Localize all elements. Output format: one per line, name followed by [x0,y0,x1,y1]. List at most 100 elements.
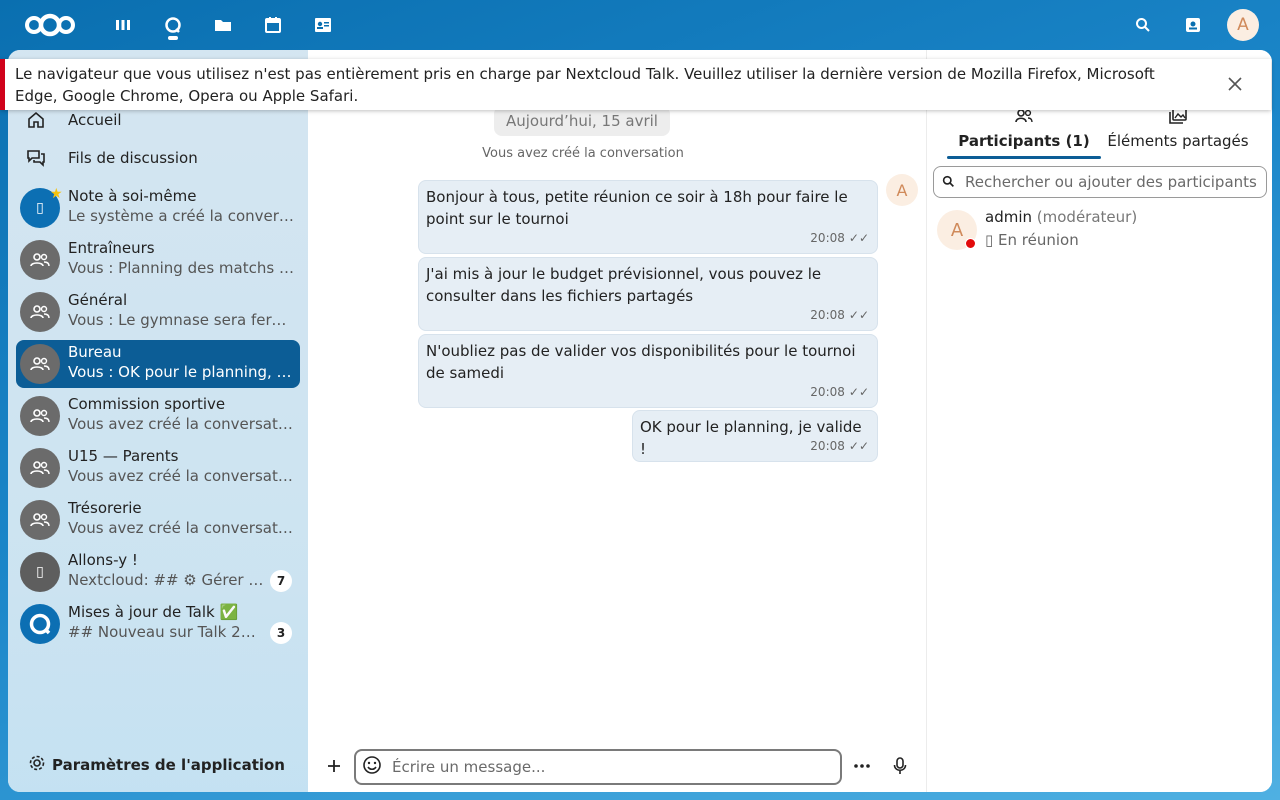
search-icon [942,173,955,192]
conversation-preview: Vous avez créé la conversation [68,519,294,537]
group-icon [20,240,60,280]
gear-icon [28,754,46,776]
tab-shared-items-label: Éléments partagés [1107,132,1249,150]
participant-search-placeholder: Rechercher ou ajouter des participants [965,173,1257,191]
nav-threads-label: Fils de discussion [68,149,198,167]
conversation-name: Allons-y ! [68,551,138,569]
participant-state-label: En réunion [998,231,1079,249]
message-text: J'ai mis à jour le budget prévisionnel, … [426,265,822,305]
conversation-name: Trésorerie [68,499,142,517]
status-indicator [965,238,976,249]
conversation-u15[interactable]: U15 — Parents Vous avez créé la conversa… [16,444,300,492]
group-icon [20,396,60,436]
conversation-name: Général [68,291,128,309]
contacts-app-icon[interactable] [310,12,336,38]
conversation-name: Mises à jour de Talk ✅ [68,603,239,621]
conversation-name: Note à soi-même [68,187,197,205]
conversation-preview: Vous avez créé la conversation [68,415,294,433]
tab-shared-items[interactable]: Éléments partagés [1103,108,1253,158]
tab-participants-label: Participants (1) [958,132,1090,150]
search-icon[interactable] [1130,12,1156,38]
app-settings-label: Paramètres de l'application [52,756,285,774]
conversation-sidebar: Accueil Fils de discussion ▯ ★ Note à so… [8,50,308,792]
browser-warning-text: Le navigateur que vous utilisez n'est pa… [15,65,1155,105]
conversation-bureau[interactable]: Bureau Vous : OK pour le planning, je va… [16,340,300,388]
shared-items-icon [1169,108,1187,128]
favorite-star-icon: ★ [50,186,63,202]
group-icon [20,448,60,488]
conversation-preview: Vous avez créé la conversation [68,467,294,485]
unread-count-badge: 3 [270,622,292,644]
emoji-icon[interactable] [362,755,382,779]
active-tab-indicator [947,156,1101,159]
tab-participants[interactable]: Participants (1) [947,108,1101,158]
conversation-entraineurs[interactable]: Entraîneurs Vous : Planning des matchs d… [16,236,300,284]
conversation-preview: Vous : Planning des matchs du week-end [68,259,294,277]
message-bubble[interactable]: N'oubliez pas de valider vos disponibili… [418,334,878,408]
talk-logo-icon [20,604,60,644]
message-time: 20:08 ✓✓ [810,381,869,403]
conversation-icon: ▯ [20,552,60,592]
close-icon[interactable] [1223,72,1247,96]
conversation-preview: Vous : OK pour le planning, je valide ! [68,363,294,381]
message-input[interactable]: Écrire un message... [354,749,842,785]
read-check-icon: ✓✓ [848,231,869,245]
conversation-allons-y[interactable]: ▯ Allons-y ! Nextcloud: ## ⚙ Gérer les p… [16,548,300,596]
threads-icon [16,149,56,167]
nextcloud-logo-icon[interactable] [24,10,76,44]
user-avatar[interactable]: A [1227,9,1259,41]
unread-count-badge: 7 [270,570,292,592]
conversation-commission[interactable]: Commission sportive Vous avez créé la co… [16,392,300,440]
app-settings-button[interactable]: Paramètres de l'application [28,754,285,776]
calendar-app-icon[interactable] [260,12,286,38]
conversation-name: U15 — Parents [68,447,179,465]
participant-row[interactable]: admin (modérateur) [985,208,1137,226]
date-separator: Aujourd’hui, 15 avril [494,106,670,136]
message-text: N'oubliez pas de valider vos disponibili… [426,342,856,382]
read-check-icon: ✓✓ [848,385,869,399]
participant-state: ▯ En réunion [985,231,1079,249]
participants-icon [1015,108,1033,128]
read-check-icon: ✓✓ [848,439,869,453]
nav-home-label: Accueil [68,111,122,129]
message-bubble[interactable]: OK pour le planning, je valide ! 20:08 ✓✓ [632,410,878,462]
conversation-general[interactable]: Général Vous : Le gymnase sera fermé [16,288,300,336]
browser-warning-banner: Le navigateur que vous utilisez n'est pa… [0,59,1271,110]
add-attachment-button[interactable] [322,754,346,778]
dashboard-app-icon[interactable] [110,12,136,38]
participant-search-input[interactable]: Rechercher ou ajouter des participants [933,166,1267,198]
group-icon [20,292,60,332]
message-placeholder: Écrire un message... [392,758,546,776]
conversation-name: Bureau [68,343,122,361]
more-options-button[interactable] [850,754,874,778]
app-panel: Accueil Fils de discussion ▯ ★ Note à so… [8,50,1272,792]
conversation-preview: Nextcloud: ## ⚙ Gérer les paramètres [68,571,264,589]
conversation-talk-updates[interactable]: Mises à jour de Talk ✅ ## Nouveau sur Ta… [16,600,300,648]
talk-app-icon[interactable] [160,12,186,38]
message-text: Bonjour à tous, petite réunion ce soir à… [426,188,848,228]
message-time: 20:08 ✓✓ [810,435,869,457]
contacts-menu-icon[interactable] [1180,12,1206,38]
conversation-name: Entraîneurs [68,239,155,257]
meeting-icon: ▯ [985,231,994,249]
files-app-icon[interactable] [210,12,236,38]
message-bubble[interactable]: Bonjour à tous, petite réunion ce soir à… [418,180,878,254]
message-bubble[interactable]: J'ai mis à jour le budget prévisionnel, … [418,257,878,331]
top-bar: A [0,0,1280,50]
group-icon [20,344,60,384]
chat-area: Aujourd’hui, 15 avril Vous avez créé la … [308,50,926,792]
microphone-icon[interactable] [888,754,912,778]
participant-role: (modérateur) [1036,208,1138,226]
nav-threads[interactable]: Fils de discussion [16,140,300,176]
conversation-tresorerie[interactable]: Trésorerie Vous avez créé la conversatio… [16,496,300,544]
conversation-name: Commission sportive [68,395,226,413]
system-message: Vous avez créé la conversation [482,146,684,161]
conversation-preview: Le système a créé la conversation [68,207,294,225]
group-icon [20,500,60,540]
home-icon [16,111,56,129]
details-sidebar: Participants (1) Éléments partagés Reche… [926,50,1272,792]
conversation-note[interactable]: ▯ ★ Note à soi-même Le système a créé la… [16,184,300,232]
message-author-avatar[interactable]: A [886,174,918,206]
active-app-indicator [168,36,178,40]
message-time: 20:08 ✓✓ [810,227,869,249]
